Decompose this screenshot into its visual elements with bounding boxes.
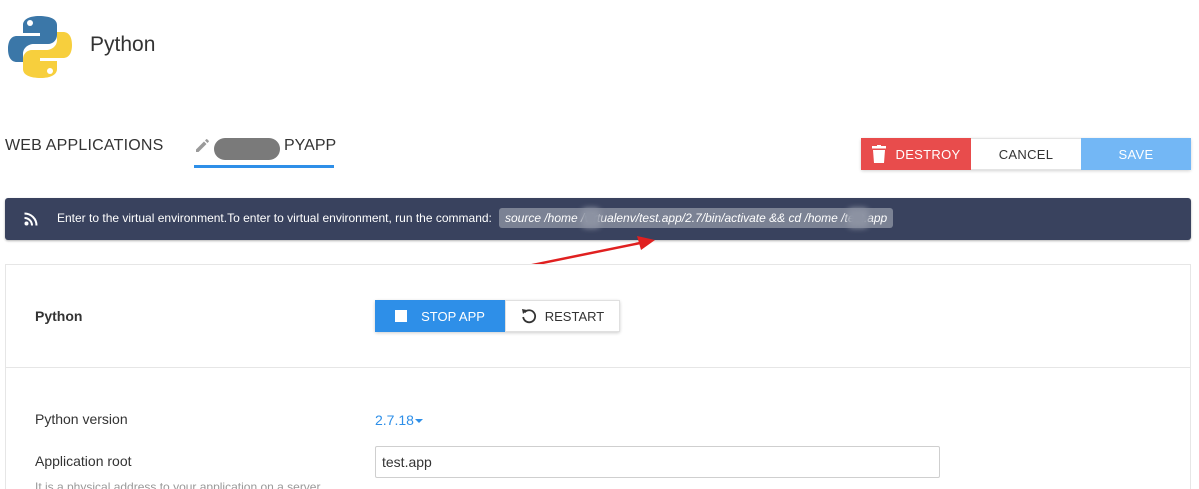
save-button[interactable]: SAVE — [1081, 138, 1191, 170]
python-version-value: 2.7.18 — [375, 412, 414, 428]
restart-button[interactable]: RESTART — [505, 300, 620, 332]
tab-current-app[interactable]: PYAPP — [194, 128, 337, 168]
app-root-label: Application root — [35, 453, 132, 469]
stop-app-button[interactable]: STOP APP — [375, 300, 505, 332]
caret-down-icon — [414, 419, 423, 424]
rss-icon — [24, 212, 38, 226]
restart-label: RESTART — [544, 308, 605, 324]
activate-command[interactable]: source /home /virtualenv/test.app/2.7/bi… — [499, 208, 894, 228]
tab-bar: WEB APPLICATIONS PYAPP — [0, 128, 560, 173]
panel-divider — [5, 367, 1191, 368]
cancel-button[interactable]: CANCEL — [971, 138, 1081, 170]
stop-app-label: STOP APP — [421, 308, 485, 324]
redacted-username — [581, 208, 601, 228]
python-version-select[interactable]: 2.7.18 — [375, 412, 423, 428]
python-version-label: Python version — [35, 411, 128, 427]
restart-icon — [521, 309, 536, 324]
app-controls: STOP APP RESTART — [375, 300, 620, 332]
app-root-input[interactable] — [375, 446, 940, 478]
redacted-username — [847, 208, 869, 228]
action-buttons: DESTROY CANCEL SAVE — [861, 138, 1191, 170]
page-title: Python — [90, 33, 156, 56]
page-header: Python — [0, 0, 1199, 95]
banner-text: Enter to the virtual environment.To ente… — [57, 211, 492, 225]
redacted-username — [214, 138, 280, 160]
python-logo-icon — [8, 16, 72, 78]
pencil-icon — [196, 139, 209, 152]
stop-square-icon — [395, 310, 408, 322]
section-label: Python — [35, 308, 83, 324]
tab-app-name: PYAPP — [284, 137, 337, 154]
trash-icon — [871, 145, 886, 163]
destroy-label: DESTROY — [895, 146, 961, 162]
destroy-button[interactable]: DESTROY — [861, 138, 971, 170]
tab-web-applications[interactable]: WEB APPLICATIONS — [5, 137, 164, 155]
app-root-hint: It is a physical address to your applica… — [35, 480, 321, 489]
